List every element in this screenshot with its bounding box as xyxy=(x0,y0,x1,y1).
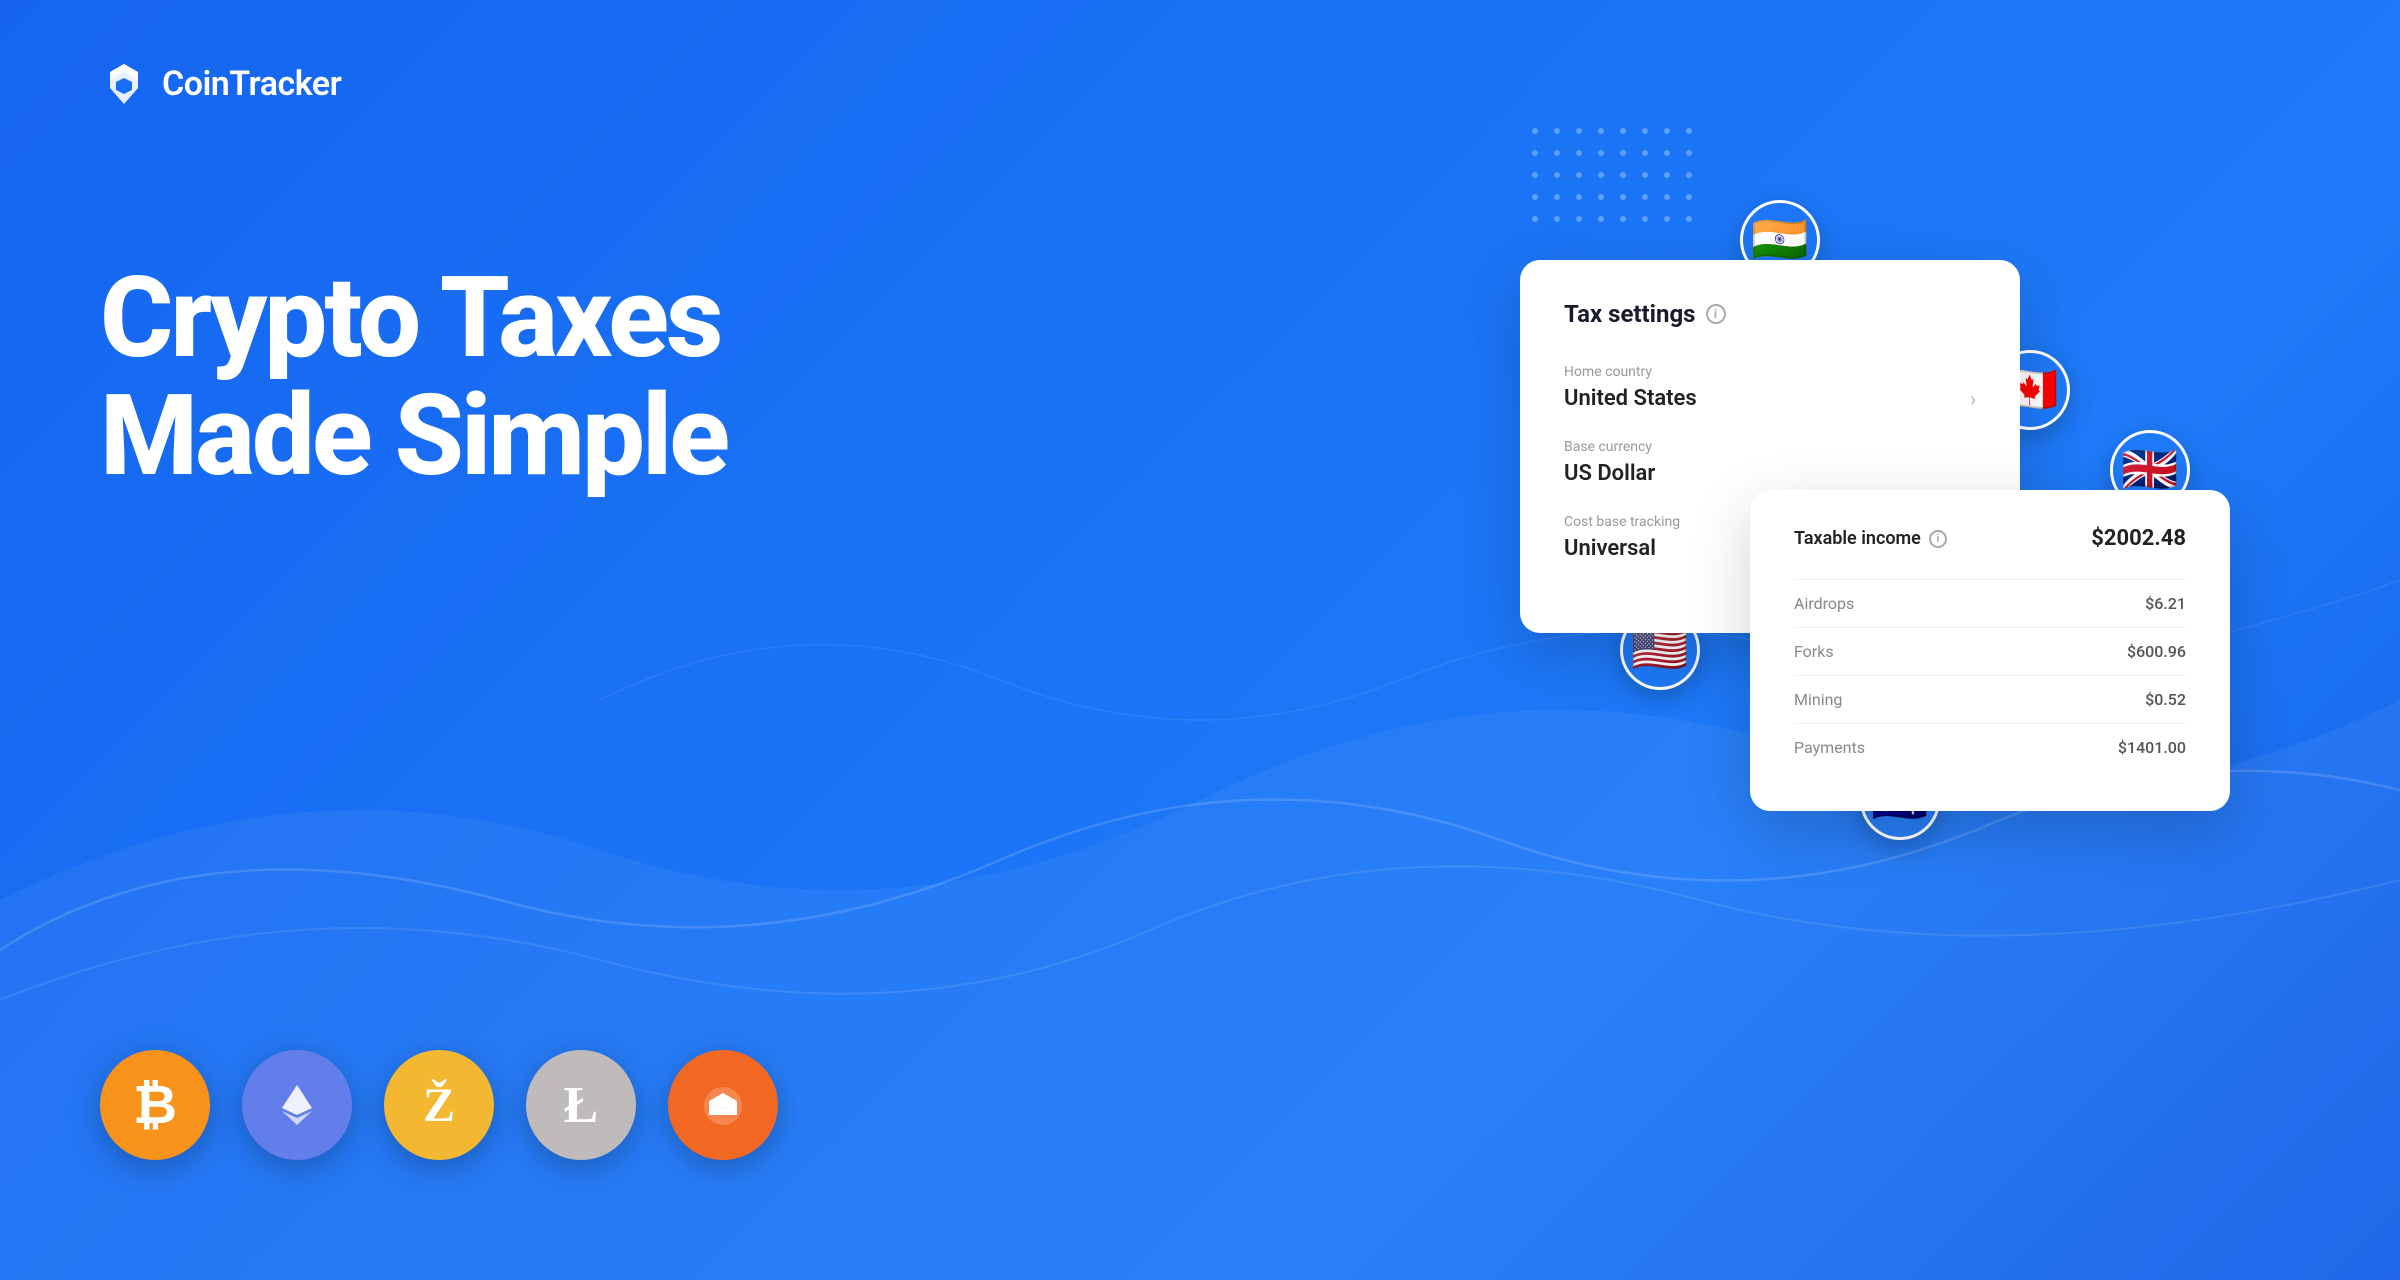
base-currency-label: Base currency xyxy=(1564,439,1976,455)
airdrops-label: Airdrops xyxy=(1794,594,1854,613)
forks-label: Forks xyxy=(1794,642,1834,661)
monero-coin xyxy=(668,1050,778,1160)
home-country-chevron: › xyxy=(1970,387,1976,411)
home-country-row[interactable]: Home country United States › xyxy=(1564,364,1976,411)
home-country-label: Home country xyxy=(1564,364,1976,380)
airdrops-value: $6.21 xyxy=(2145,594,2186,613)
litecoin-coin: Ł xyxy=(526,1050,636,1160)
info-icon[interactable]: i xyxy=(1706,304,1726,324)
income-airdrops-row: Airdrops $6.21 xyxy=(1794,579,2186,627)
logo-text: CoinTracker xyxy=(162,64,341,104)
income-info-icon[interactable]: i xyxy=(1929,530,1947,548)
headline-line1: Crypto Taxes xyxy=(100,260,727,378)
base-currency-row[interactable]: Base currency US Dollar xyxy=(1564,439,1976,486)
crypto-coins-row: ₿ Ž Ł xyxy=(100,1050,778,1160)
zcash-coin: Ž xyxy=(384,1050,494,1160)
home-country-value: United States › xyxy=(1564,386,1976,411)
income-header: Taxable income i $2002.48 xyxy=(1794,526,2186,551)
income-payments-row: Payments $1401.00 xyxy=(1794,723,2186,771)
income-title: Taxable income i xyxy=(1794,528,1947,549)
income-mining-row: Mining $0.52 xyxy=(1794,675,2186,723)
base-currency-value: US Dollar xyxy=(1564,461,1976,486)
cointracker-logo-icon xyxy=(100,60,148,108)
forks-value: $600.96 xyxy=(2127,642,2186,661)
income-forks-row: Forks $600.96 xyxy=(1794,627,2186,675)
taxable-income-card: Taxable income i $2002.48 Airdrops $6.21… xyxy=(1750,490,2230,811)
income-total: $2002.48 xyxy=(2091,526,2186,551)
payments-label: Payments xyxy=(1794,738,1865,757)
bitcoin-coin: ₿ xyxy=(100,1050,210,1160)
mining-label: Mining xyxy=(1794,690,1842,709)
headline-line2: Made Simple xyxy=(100,378,727,496)
headline: Crypto Taxes Made Simple xyxy=(100,260,727,495)
ethereum-coin xyxy=(242,1050,352,1160)
payments-value: $1401.00 xyxy=(2118,738,2186,757)
tax-card-title: Tax settings i xyxy=(1564,300,1976,328)
cards-area: 🇮🇳 🇨🇦 🇬🇧 🇺🇸 🇦🇺 Tax settings i Home count… xyxy=(1520,200,2320,980)
logo-area[interactable]: CoinTracker xyxy=(100,60,341,108)
mining-value: $0.52 xyxy=(2145,690,2186,709)
